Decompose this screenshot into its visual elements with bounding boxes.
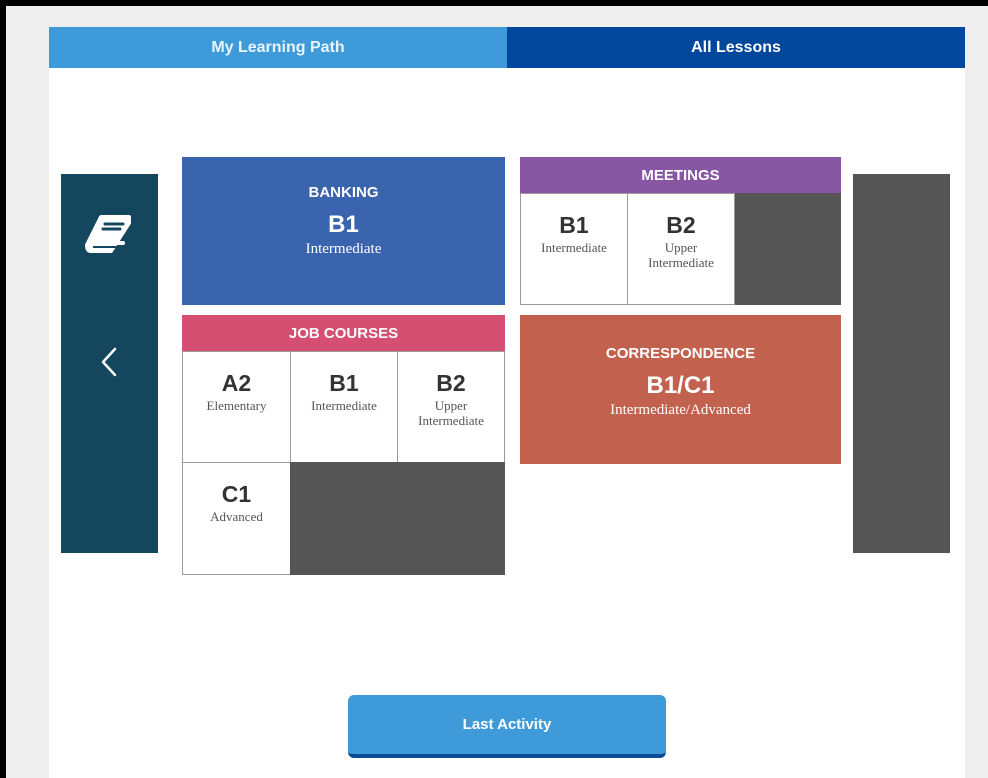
chevron-left-icon[interactable] — [97, 345, 121, 379]
course-name: CORRESPONDENCE — [605, 345, 756, 362]
last-activity-button[interactable]: Last Activity — [348, 695, 666, 758]
course-level-desc: Intermediate — [305, 241, 382, 257]
level-code: B2 — [436, 370, 466, 396]
level-desc: Intermediate — [311, 398, 377, 413]
book-icon[interactable] — [85, 214, 133, 256]
level-tile-meetings-b1[interactable]: B1 Intermediate — [520, 193, 628, 305]
level-tile-job-a2[interactable]: A2 Elementary — [182, 351, 291, 463]
level-code: A2 — [221, 370, 252, 396]
level-desc: Intermediate — [541, 240, 607, 255]
course-card-banking[interactable]: BANKING B1 Intermediate — [182, 157, 505, 305]
course-level-code: B1 — [328, 211, 359, 238]
course-group-job-courses: JOB COURSES A2 Elementary B1 Intermediat… — [182, 315, 505, 575]
course-level-code: B1/C1 — [646, 372, 715, 399]
level-tile-job-b2[interactable]: B2 Upper Intermediate — [397, 351, 505, 463]
tab-all-lessons[interactable]: All Lessons — [507, 27, 965, 68]
empty-tile — [290, 462, 505, 575]
course-group-title: JOB COURSES — [182, 315, 505, 351]
level-desc: Upper Intermediate — [648, 240, 714, 270]
lessons-page: My Learning Path All Lessons BANKING B1 — [49, 27, 965, 778]
empty-tile — [735, 193, 841, 305]
app-frame: My Learning Path All Lessons BANKING B1 — [6, 6, 988, 778]
level-tile-job-c1[interactable]: C1 Advanced — [182, 462, 291, 575]
tab-my-learning-path[interactable]: My Learning Path — [49, 27, 507, 68]
course-name: BANKING — [308, 184, 379, 201]
tab-bar: My Learning Path All Lessons — [49, 27, 965, 68]
level-code: B1 — [329, 370, 359, 396]
level-code: C1 — [221, 481, 252, 507]
level-tile-meetings-b2[interactable]: B2 Upper Intermediate — [627, 193, 735, 305]
level-tile-job-b1[interactable]: B1 Intermediate — [290, 351, 398, 463]
course-group-meetings: MEETINGS B1 Intermediate B2 Upper Interm… — [520, 157, 841, 305]
level-desc: Upper Intermediate — [418, 398, 484, 428]
level-code: B1 — [559, 212, 589, 238]
right-placeholder-panel — [853, 174, 950, 553]
course-card-correspondence[interactable]: CORRESPONDENCE B1/C1 Intermediate/Advanc… — [520, 315, 841, 464]
left-nav-panel — [61, 174, 158, 553]
level-code: B2 — [666, 212, 696, 238]
level-desc: Elementary — [206, 398, 267, 413]
level-desc: Advanced — [210, 509, 263, 524]
course-level-desc: Intermediate/Advanced — [610, 402, 751, 418]
course-group-title: MEETINGS — [520, 157, 841, 193]
